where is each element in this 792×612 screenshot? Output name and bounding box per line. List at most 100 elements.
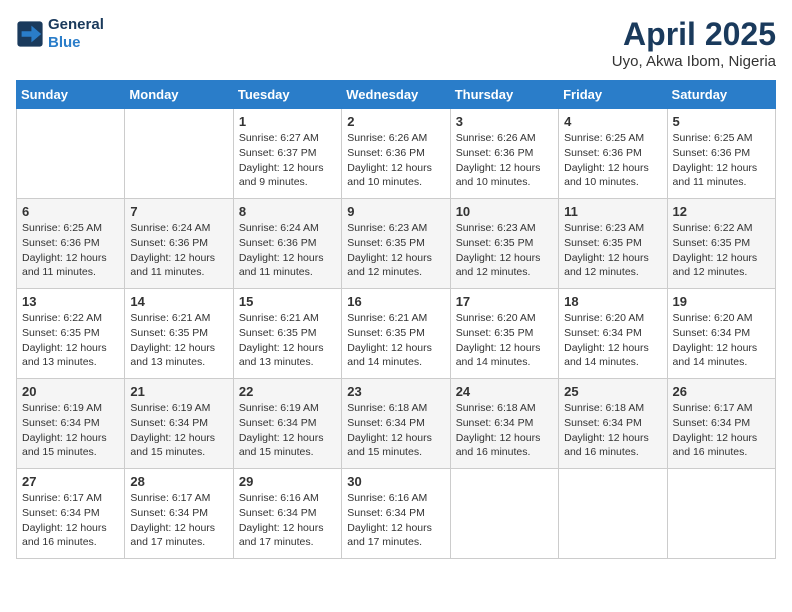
- subtitle: Uyo, Akwa Ibom, Nigeria: [612, 53, 776, 70]
- day-number: 14: [130, 293, 227, 311]
- day-number: 20: [22, 383, 119, 401]
- day-cell: 28Sunrise: 6:17 AMSunset: 6:34 PMDayligh…: [125, 469, 233, 559]
- col-header-tuesday: Tuesday: [233, 81, 341, 109]
- day-cell: 30Sunrise: 6:16 AMSunset: 6:34 PMDayligh…: [342, 469, 450, 559]
- day-info: Sunrise: 6:25 AMSunset: 6:36 PMDaylight:…: [564, 131, 661, 190]
- day-info: Sunrise: 6:22 AMSunset: 6:35 PMDaylight:…: [673, 221, 770, 280]
- day-number: 17: [456, 293, 553, 311]
- day-cell: 11Sunrise: 6:23 AMSunset: 6:35 PMDayligh…: [559, 199, 667, 289]
- day-cell: 21Sunrise: 6:19 AMSunset: 6:34 PMDayligh…: [125, 379, 233, 469]
- day-number: 18: [564, 293, 661, 311]
- day-number: 25: [564, 383, 661, 401]
- day-number: 12: [673, 203, 770, 221]
- day-cell: 1Sunrise: 6:27 AMSunset: 6:37 PMDaylight…: [233, 109, 341, 199]
- day-info: Sunrise: 6:17 AMSunset: 6:34 PMDaylight:…: [130, 491, 227, 550]
- day-cell: 17Sunrise: 6:20 AMSunset: 6:35 PMDayligh…: [450, 289, 558, 379]
- day-info: Sunrise: 6:20 AMSunset: 6:34 PMDaylight:…: [564, 311, 661, 370]
- day-cell: 3Sunrise: 6:26 AMSunset: 6:36 PMDaylight…: [450, 109, 558, 199]
- day-number: 10: [456, 203, 553, 221]
- day-number: 30: [347, 473, 444, 491]
- day-info: Sunrise: 6:25 AMSunset: 6:36 PMDaylight:…: [673, 131, 770, 190]
- day-info: Sunrise: 6:20 AMSunset: 6:35 PMDaylight:…: [456, 311, 553, 370]
- day-number: 11: [564, 203, 661, 221]
- day-info: Sunrise: 6:26 AMSunset: 6:36 PMDaylight:…: [347, 131, 444, 190]
- day-cell: 18Sunrise: 6:20 AMSunset: 6:34 PMDayligh…: [559, 289, 667, 379]
- day-cell: 7Sunrise: 6:24 AMSunset: 6:36 PMDaylight…: [125, 199, 233, 289]
- day-info: Sunrise: 6:21 AMSunset: 6:35 PMDaylight:…: [239, 311, 336, 370]
- day-info: Sunrise: 6:23 AMSunset: 6:35 PMDaylight:…: [564, 221, 661, 280]
- col-header-friday: Friday: [559, 81, 667, 109]
- day-cell: 16Sunrise: 6:21 AMSunset: 6:35 PMDayligh…: [342, 289, 450, 379]
- week-row-1: 1Sunrise: 6:27 AMSunset: 6:37 PMDaylight…: [17, 109, 776, 199]
- day-info: Sunrise: 6:27 AMSunset: 6:37 PMDaylight:…: [239, 131, 336, 190]
- title-area: April 2025 Uyo, Akwa Ibom, Nigeria: [612, 16, 776, 70]
- day-cell: 29Sunrise: 6:16 AMSunset: 6:34 PMDayligh…: [233, 469, 341, 559]
- day-number: 1: [239, 113, 336, 131]
- day-info: Sunrise: 6:23 AMSunset: 6:35 PMDaylight:…: [347, 221, 444, 280]
- day-info: Sunrise: 6:18 AMSunset: 6:34 PMDaylight:…: [456, 401, 553, 460]
- day-number: 7: [130, 203, 227, 221]
- week-row-5: 27Sunrise: 6:17 AMSunset: 6:34 PMDayligh…: [17, 469, 776, 559]
- day-info: Sunrise: 6:26 AMSunset: 6:36 PMDaylight:…: [456, 131, 553, 190]
- day-number: 2: [347, 113, 444, 131]
- week-row-4: 20 Sunrise: 6:19 AMSunset: 6:34 PMDayligh…: [17, 379, 776, 469]
- day-number: 4: [564, 113, 661, 131]
- day-number: 21: [130, 383, 227, 401]
- day-info: Sunrise: 6:17 AMSunset: 6:34 PMDaylight:…: [22, 491, 119, 550]
- logo-icon: [16, 20, 44, 48]
- main-title: April 2025: [612, 16, 776, 53]
- day-cell: 23Sunrise: 6:18 AMSunset: 6:34 PMDayligh…: [342, 379, 450, 469]
- day-number: 26: [673, 383, 770, 401]
- day-info: Sunrise: 6:21 AMSunset: 6:35 PMDaylight:…: [130, 311, 227, 370]
- day-number: 5: [673, 113, 770, 131]
- week-row-2: 6Sunrise: 6:25 AMSunset: 6:36 PMDaylight…: [17, 199, 776, 289]
- day-cell: 6Sunrise: 6:25 AMSunset: 6:36 PMDaylight…: [17, 199, 125, 289]
- day-cell: 8Sunrise: 6:24 AMSunset: 6:36 PMDaylight…: [233, 199, 341, 289]
- day-info: Sunrise: 6:24 AMSunset: 6:36 PMDaylight:…: [130, 221, 227, 280]
- day-number: 28: [130, 473, 227, 491]
- day-cell: 9Sunrise: 6:23 AMSunset: 6:35 PMDaylight…: [342, 199, 450, 289]
- day-info: Sunrise: 6:17 AMSunset: 6:34 PMDaylight:…: [673, 401, 770, 460]
- day-cell: 26Sunrise: 6:17 AMSunset: 6:34 PMDayligh…: [667, 379, 775, 469]
- day-info: Sunrise: 6:18 AMSunset: 6:34 PMDaylight:…: [564, 401, 661, 460]
- day-cell: 22Sunrise: 6:19 AMSunset: 6:34 PMDayligh…: [233, 379, 341, 469]
- day-cell: 13Sunrise: 6:22 AMSunset: 6:35 PMDayligh…: [17, 289, 125, 379]
- day-info: Sunrise: 6:20 AMSunset: 6:34 PMDaylight:…: [673, 311, 770, 370]
- col-header-monday: Monday: [125, 81, 233, 109]
- day-info: Sunrise: 6:23 AMSunset: 6:35 PMDaylight:…: [456, 221, 553, 280]
- day-info: Sunrise: 6:22 AMSunset: 6:35 PMDaylight:…: [22, 311, 119, 370]
- logo: General Blue: [16, 16, 104, 52]
- calendar-table: SundayMondayTuesdayWednesdayThursdayFrid…: [16, 80, 776, 559]
- col-header-sunday: Sunday: [17, 81, 125, 109]
- day-cell: [559, 469, 667, 559]
- day-cell: 12Sunrise: 6:22 AMSunset: 6:35 PMDayligh…: [667, 199, 775, 289]
- day-number: 19: [673, 293, 770, 311]
- day-cell: 15Sunrise: 6:21 AMSunset: 6:35 PMDayligh…: [233, 289, 341, 379]
- day-info: Sunrise: 6:19 AMSunset: 6:34 PMDaylight:…: [130, 401, 227, 460]
- day-cell: 25Sunrise: 6:18 AMSunset: 6:34 PMDayligh…: [559, 379, 667, 469]
- day-number: 29: [239, 473, 336, 491]
- day-info: Sunrise: 6:19 AMSunset: 6:34 PMDaylight:…: [239, 401, 336, 460]
- day-cell: 5Sunrise: 6:25 AMSunset: 6:36 PMDaylight…: [667, 109, 775, 199]
- day-number: 27: [22, 473, 119, 491]
- day-info: Sunrise: 6:18 AMSunset: 6:34 PMDaylight:…: [347, 401, 444, 460]
- header-row: SundayMondayTuesdayWednesdayThursdayFrid…: [17, 81, 776, 109]
- week-row-3: 13Sunrise: 6:22 AMSunset: 6:35 PMDayligh…: [17, 289, 776, 379]
- day-cell: 24Sunrise: 6:18 AMSunset: 6:34 PMDayligh…: [450, 379, 558, 469]
- col-header-saturday: Saturday: [667, 81, 775, 109]
- day-info: Sunrise: 6:25 AMSunset: 6:36 PMDaylight:…: [22, 221, 119, 280]
- header: General Blue April 2025 Uyo, Akwa Ibom, …: [16, 16, 776, 70]
- col-header-wednesday: Wednesday: [342, 81, 450, 109]
- day-number: 3: [456, 113, 553, 131]
- day-number: 15: [239, 293, 336, 311]
- day-cell: 19Sunrise: 6:20 AMSunset: 6:34 PMDayligh…: [667, 289, 775, 379]
- day-cell: 14Sunrise: 6:21 AMSunset: 6:35 PMDayligh…: [125, 289, 233, 379]
- day-info: Sunrise: 6:21 AMSunset: 6:35 PMDaylight:…: [347, 311, 444, 370]
- day-cell: [450, 469, 558, 559]
- day-number: 8: [239, 203, 336, 221]
- day-cell: [17, 109, 125, 199]
- day-info: Sunrise: 6:16 AMSunset: 6:34 PMDaylight:…: [239, 491, 336, 550]
- day-number: 9: [347, 203, 444, 221]
- day-number: 24: [456, 383, 553, 401]
- col-header-thursday: Thursday: [450, 81, 558, 109]
